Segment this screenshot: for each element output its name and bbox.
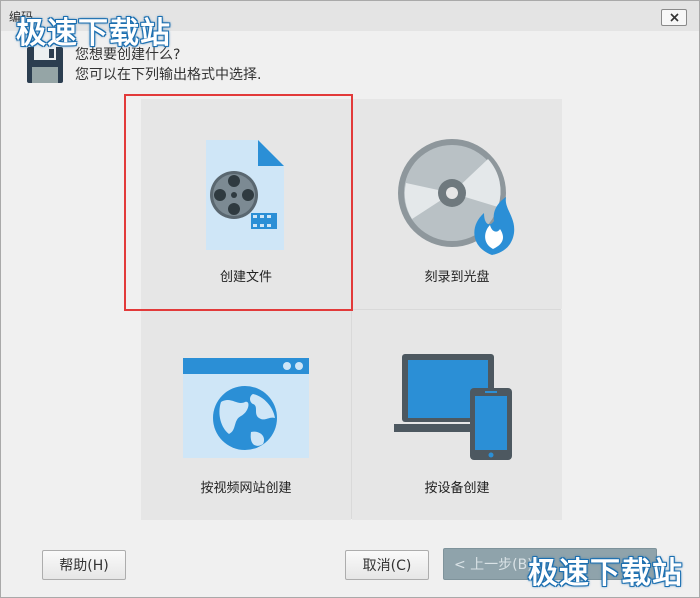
burn-disc-icon [398, 139, 515, 255]
film-file-icon [206, 140, 284, 250]
tile-create-file[interactable]: 创建文件 [141, 99, 351, 309]
web-globe-icon [183, 358, 309, 458]
tile-burn-disc[interactable]: 刻录到光盘 [352, 99, 562, 309]
watermark-bottom: 极速下载站 [528, 556, 683, 591]
close-icon [669, 13, 679, 22]
tile-label: 按视频网站创建 [200, 481, 292, 496]
output-format-grid: 创建文件 刻录到光盘 按视频网站创建 按设备创建 [141, 99, 562, 520]
header-instruction: 您可以在下列输出格式中选择. [75, 67, 262, 83]
tile-label: 刻录到光盘 [424, 270, 490, 285]
tile-video-website[interactable]: 按视频网站创建 [141, 310, 351, 520]
devices-icon [394, 354, 512, 460]
help-button[interactable]: 帮助(H) [42, 550, 126, 580]
tile-label: 创建文件 [219, 270, 272, 285]
tile-label: 按设备创建 [424, 481, 490, 496]
close-button[interactable] [661, 9, 687, 26]
tile-device[interactable]: 按设备创建 [352, 310, 562, 520]
encode-dialog: 编码 您想要创建什么? 您可以在下列输出格式中选择. 创建文件 刻录到光盘 按视… [0, 0, 700, 598]
cancel-button[interactable]: 取消(C) [345, 550, 429, 580]
watermark-top: 极速下载站 [16, 16, 171, 51]
